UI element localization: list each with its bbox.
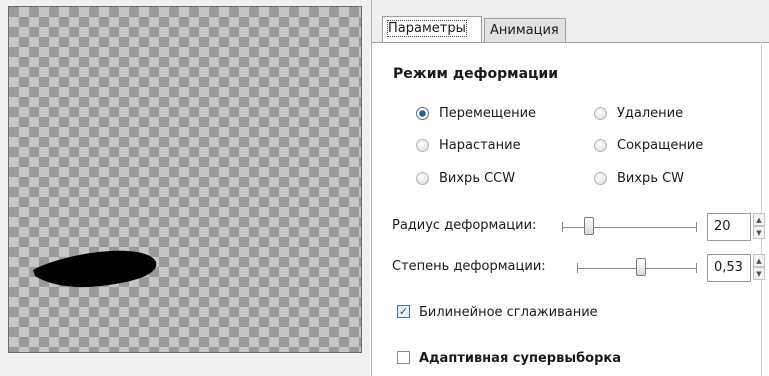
tab-animation-label: Анимация [490,23,559,38]
bilinear-label: Билинейное сглаживание [419,305,598,320]
radio-unchecked-icon [594,106,607,120]
radio-unchecked-icon [416,138,429,152]
radio-swirl-ccw[interactable]: Вихрь CCW [416,169,515,189]
section-title: Режим деформации [393,66,559,82]
radio-grow[interactable]: Нарастание [416,136,521,156]
slider-tick [577,263,578,273]
radio-swirl-cw[interactable]: Вихрь CW [594,169,684,189]
preview-panel [0,0,372,376]
radio-unchecked-icon [594,138,607,152]
radius-slider[interactable] [562,217,697,237]
spin-up-icon[interactable]: ▲ [753,213,765,226]
strength-slider[interactable] [577,258,697,278]
radio-checked-icon [416,106,429,120]
radio-label: Перемещение [439,106,537,121]
bilinear-checkbox[interactable]: ✓ Билинейное сглаживание [397,303,598,323]
spin-down-icon[interactable]: ▼ [753,226,765,239]
radio-move[interactable]: Перемещение [416,104,536,124]
radius-spin-buttons[interactable]: ▲ ▼ [753,213,765,241]
checkbox-empty-icon [397,351,410,364]
strength-input[interactable]: 0,53 [707,254,751,282]
slider-tick [696,263,697,273]
radio-unchecked-icon [594,171,607,185]
radio-label: Сокращение [617,138,704,153]
radio-remove[interactable]: Удаление [594,104,683,124]
radio-label: Вихрь CCW [439,171,516,186]
strength-label: Степень деформации: [392,259,546,274]
tab-animation[interactable]: Анимация [484,18,566,42]
tab-bar: Параметры Анимация [372,0,769,43]
deformed-shape [33,250,157,288]
slider-track [562,227,697,228]
slider-thumb[interactable] [635,258,646,276]
settings-panel: Параметры Анимация Режим деформации Пере… [372,0,769,376]
strength-spin-buttons[interactable]: ▲ ▼ [753,254,765,282]
radio-label: Вихрь CW [617,171,685,186]
radio-shrink[interactable]: Сокращение [594,136,703,156]
radio-unchecked-icon [416,171,429,185]
spin-up-icon[interactable]: ▲ [753,254,765,267]
adaptive-label: Адаптивная супервыборка [419,351,621,366]
radio-label: Нарастание [439,138,521,153]
spin-down-icon[interactable]: ▼ [753,267,765,280]
slider-tick [562,222,563,232]
preview-canvas[interactable] [8,6,362,353]
tab-parameters-label: Параметры [387,20,467,37]
checkmark-icon: ✓ [397,305,410,318]
slider-tick [696,222,697,232]
radius-input[interactable]: 20 [707,213,751,241]
radius-label: Радиус деформации: [392,218,537,233]
panel-divider [761,42,762,376]
tab-parameters[interactable]: Параметры [382,16,482,42]
radio-label: Удаление [617,106,684,121]
adaptive-checkbox[interactable]: Адаптивная супервыборка [397,349,621,369]
slider-thumb[interactable] [584,217,594,235]
